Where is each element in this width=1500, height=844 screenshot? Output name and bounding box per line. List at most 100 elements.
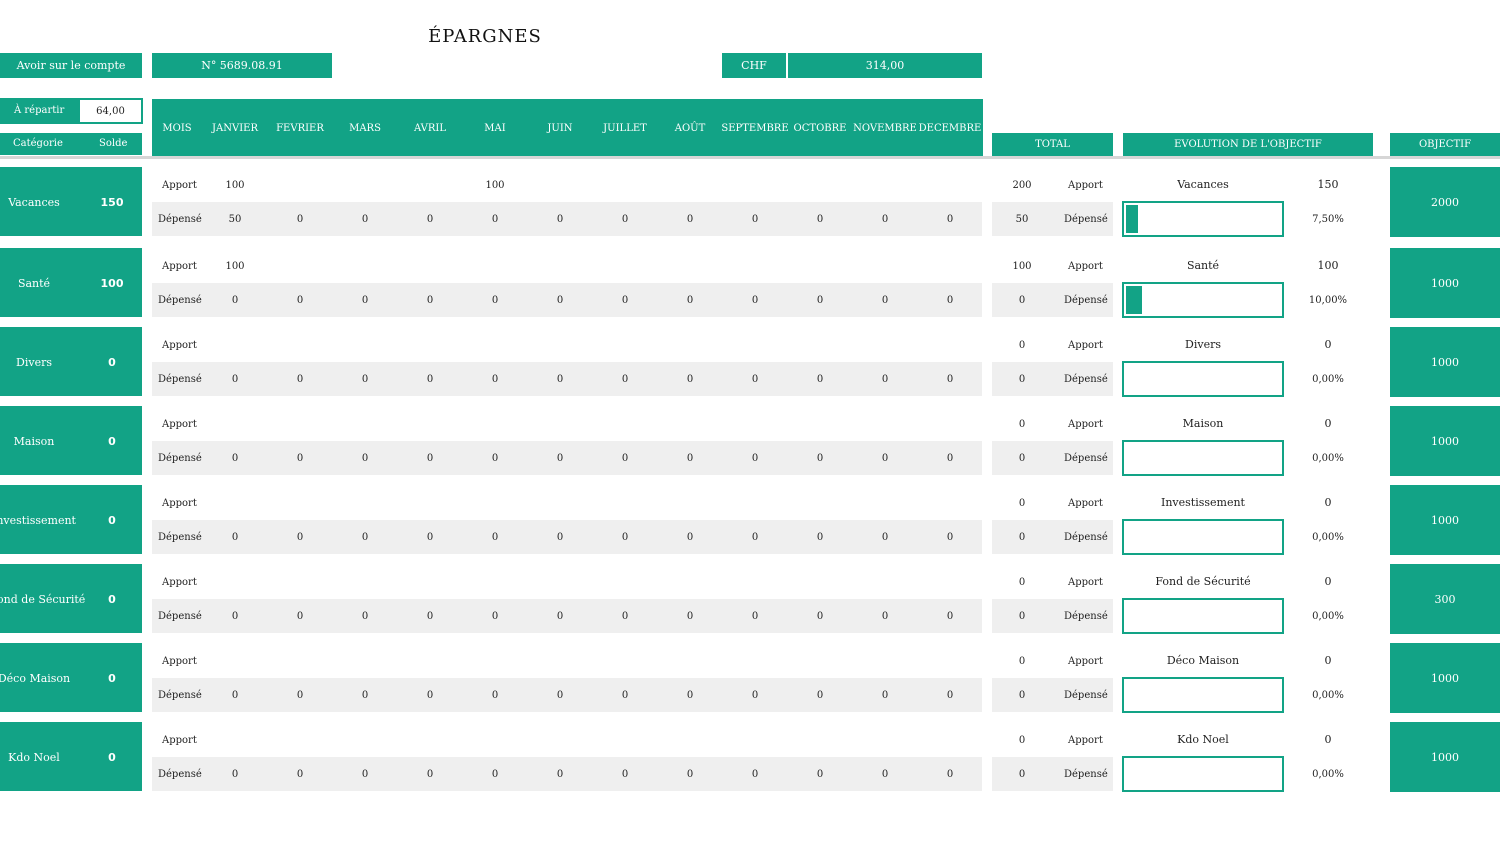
depense-cell[interactable]: 0 (920, 532, 980, 543)
repartir-value[interactable]: 64,00 (80, 100, 141, 122)
depense-cell[interactable]: 0 (465, 374, 525, 385)
depense-cell[interactable]: 0 (335, 690, 395, 701)
depense-cell[interactable]: 0 (660, 295, 720, 306)
account-number[interactable]: N° 5689.08.91 (152, 53, 332, 78)
depense-cell[interactable]: 0 (400, 374, 460, 385)
depense-cell[interactable]: 0 (920, 453, 980, 464)
depense-cell[interactable]: 0 (920, 769, 980, 780)
depense-cell[interactable]: 0 (725, 374, 785, 385)
depense-cell[interactable]: 0 (920, 214, 980, 225)
depense-cell[interactable]: 0 (790, 611, 850, 622)
depense-cell[interactable]: 0 (725, 532, 785, 543)
depense-cell[interactable]: 0 (790, 532, 850, 543)
depense-cell[interactable]: 0 (855, 453, 915, 464)
depense-cell[interactable]: 0 (465, 611, 525, 622)
depense-cell[interactable]: 0 (660, 611, 720, 622)
depense-cell[interactable]: 0 (920, 374, 980, 385)
depense-cell[interactable]: 0 (465, 453, 525, 464)
depense-cell[interactable]: 0 (530, 295, 590, 306)
depense-cell[interactable]: 0 (205, 532, 265, 543)
depense-cell[interactable]: 50 (205, 214, 265, 225)
depense-cell[interactable]: 0 (205, 690, 265, 701)
objective-value[interactable]: 1000 (1390, 248, 1500, 318)
depense-cell[interactable]: 0 (855, 374, 915, 385)
depense-cell[interactable]: 0 (400, 453, 460, 464)
depense-cell[interactable]: 0 (595, 532, 655, 543)
objective-value[interactable]: 1000 (1390, 643, 1500, 713)
depense-cell[interactable]: 0 (465, 690, 525, 701)
depense-cell[interactable]: 0 (595, 374, 655, 385)
depense-cell[interactable]: 0 (660, 690, 720, 701)
apport-cell[interactable]: 100 (205, 261, 265, 272)
objective-value[interactable]: 1000 (1390, 406, 1500, 476)
depense-cell[interactable]: 0 (205, 611, 265, 622)
depense-cell[interactable]: 0 (270, 214, 330, 225)
depense-cell[interactable]: 0 (335, 453, 395, 464)
depense-cell[interactable]: 0 (595, 295, 655, 306)
depense-cell[interactable]: 0 (855, 295, 915, 306)
depense-cell[interactable]: 0 (530, 374, 590, 385)
depense-cell[interactable]: 0 (205, 295, 265, 306)
depense-cell[interactable]: 0 (595, 611, 655, 622)
depense-cell[interactable]: 0 (530, 532, 590, 543)
depense-cell[interactable]: 0 (270, 374, 330, 385)
depense-cell[interactable]: 0 (725, 611, 785, 622)
depense-cell[interactable]: 0 (270, 769, 330, 780)
depense-cell[interactable]: 0 (595, 214, 655, 225)
depense-cell[interactable]: 0 (725, 295, 785, 306)
depense-cell[interactable]: 0 (855, 214, 915, 225)
depense-cell[interactable]: 0 (335, 214, 395, 225)
depense-cell[interactable]: 0 (205, 374, 265, 385)
depense-cell[interactable]: 0 (790, 374, 850, 385)
depense-cell[interactable]: 0 (725, 453, 785, 464)
depense-cell[interactable]: 0 (465, 769, 525, 780)
objective-value[interactable]: 1000 (1390, 722, 1500, 792)
depense-cell[interactable]: 0 (660, 532, 720, 543)
depense-cell[interactable]: 0 (920, 690, 980, 701)
depense-cell[interactable]: 0 (660, 374, 720, 385)
depense-cell[interactable]: 0 (790, 769, 850, 780)
depense-cell[interactable]: 0 (660, 769, 720, 780)
depense-cell[interactable]: 0 (530, 453, 590, 464)
depense-cell[interactable]: 0 (855, 611, 915, 622)
depense-cell[interactable]: 0 (595, 769, 655, 780)
objective-value[interactable]: 300 (1390, 564, 1500, 634)
depense-cell[interactable]: 0 (855, 532, 915, 543)
depense-cell[interactable]: 0 (400, 295, 460, 306)
depense-cell[interactable]: 0 (725, 769, 785, 780)
objective-value[interactable]: 1000 (1390, 327, 1500, 397)
depense-cell[interactable]: 0 (465, 295, 525, 306)
depense-cell[interactable]: 0 (725, 690, 785, 701)
depense-cell[interactable]: 0 (530, 611, 590, 622)
depense-cell[interactable]: 0 (660, 453, 720, 464)
depense-cell[interactable]: 0 (920, 295, 980, 306)
depense-cell[interactable]: 0 (530, 769, 590, 780)
depense-cell[interactable]: 0 (270, 532, 330, 543)
depense-cell[interactable]: 0 (595, 690, 655, 701)
depense-cell[interactable]: 0 (400, 532, 460, 543)
depense-cell[interactable]: 0 (335, 374, 395, 385)
objective-value[interactable]: 2000 (1390, 167, 1500, 237)
depense-cell[interactable]: 0 (660, 214, 720, 225)
depense-cell[interactable]: 0 (270, 690, 330, 701)
depense-cell[interactable]: 0 (855, 690, 915, 701)
depense-cell[interactable]: 0 (790, 690, 850, 701)
depense-cell[interactable]: 0 (205, 453, 265, 464)
depense-cell[interactable]: 0 (400, 214, 460, 225)
apport-cell[interactable]: 100 (465, 180, 525, 191)
depense-cell[interactable]: 0 (530, 690, 590, 701)
depense-cell[interactable]: 0 (335, 532, 395, 543)
depense-cell[interactable]: 0 (335, 295, 395, 306)
depense-cell[interactable]: 0 (270, 611, 330, 622)
depense-cell[interactable]: 0 (465, 532, 525, 543)
depense-cell[interactable]: 0 (530, 214, 590, 225)
depense-cell[interactable]: 0 (400, 611, 460, 622)
depense-cell[interactable]: 0 (205, 769, 265, 780)
depense-cell[interactable]: 0 (465, 214, 525, 225)
depense-cell[interactable]: 0 (400, 690, 460, 701)
depense-cell[interactable]: 0 (790, 453, 850, 464)
depense-cell[interactable]: 0 (335, 769, 395, 780)
depense-cell[interactable]: 0 (270, 453, 330, 464)
depense-cell[interactable]: 0 (855, 769, 915, 780)
depense-cell[interactable]: 0 (270, 295, 330, 306)
